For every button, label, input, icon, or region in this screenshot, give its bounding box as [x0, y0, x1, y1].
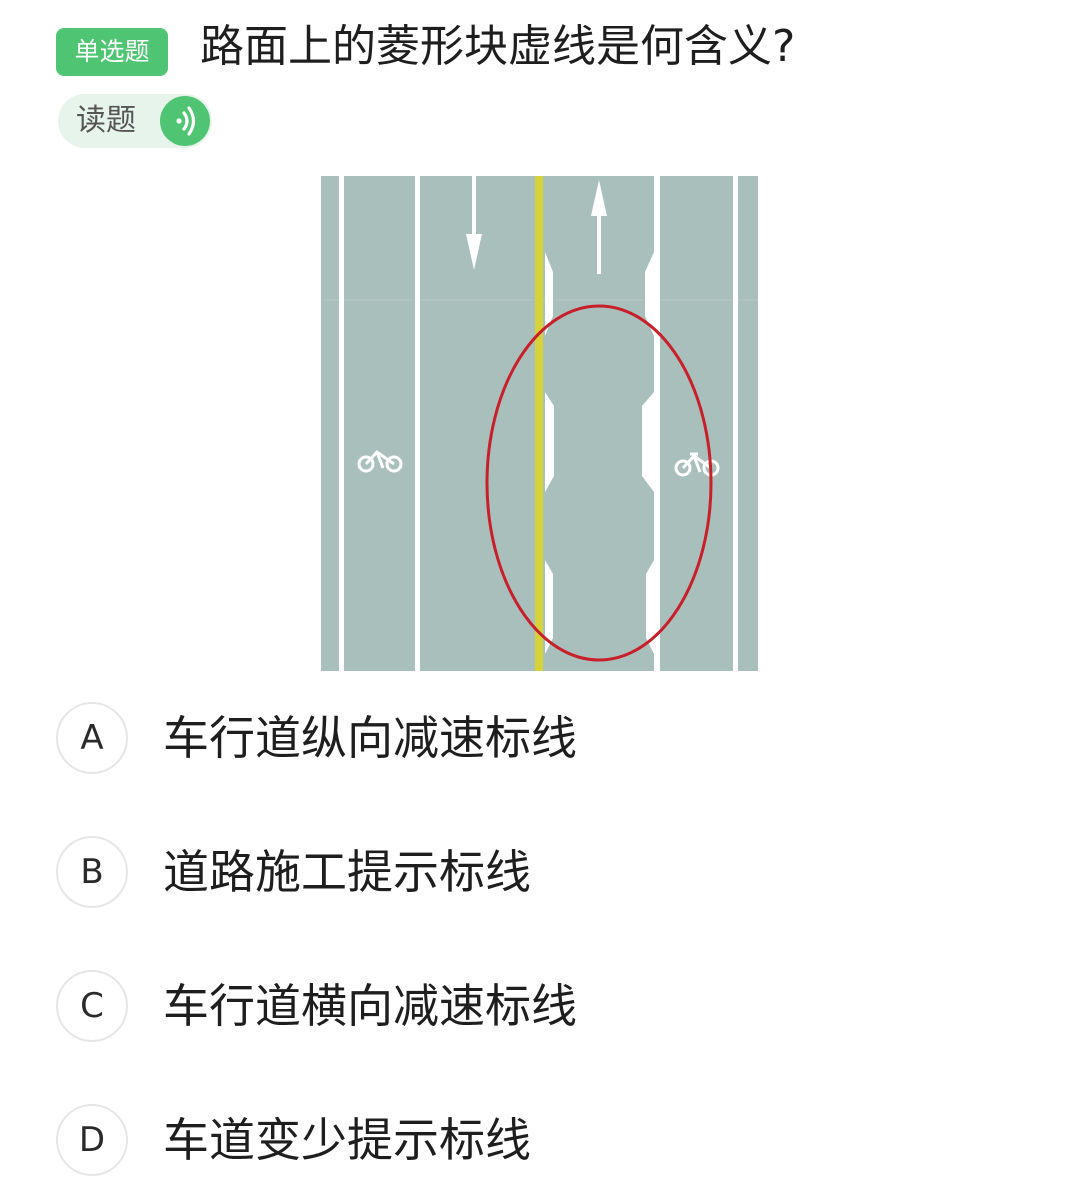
option-letter: D [56, 1104, 128, 1176]
option-letter: C [56, 970, 128, 1042]
option-text: 车行道纵向减速标线 [163, 711, 577, 765]
option-letter: B [56, 836, 128, 908]
sound-wave-icon [160, 96, 210, 146]
option-text: 车行道横向减速标线 [163, 979, 577, 1033]
option-a[interactable]: A 车行道纵向减速标线 [56, 700, 1036, 780]
option-letter: A [56, 702, 128, 774]
read-question-label: 读题 [76, 103, 136, 138]
read-question-button[interactable]: 读题 [58, 94, 212, 148]
option-text: 车道变少提示标线 [163, 1113, 531, 1167]
road-marking-illustration [321, 176, 758, 671]
option-c[interactable]: C 车行道横向减速标线 [56, 968, 1036, 1048]
option-d[interactable]: D 车道变少提示标线 [56, 1102, 1036, 1182]
question-type-badge: 单选题 [56, 28, 168, 76]
question-text: 路面上的菱形块虚线是何含义? [200, 21, 796, 72]
option-b[interactable]: B 道路施工提示标线 [56, 834, 1036, 914]
option-text: 道路施工提示标线 [163, 845, 531, 899]
